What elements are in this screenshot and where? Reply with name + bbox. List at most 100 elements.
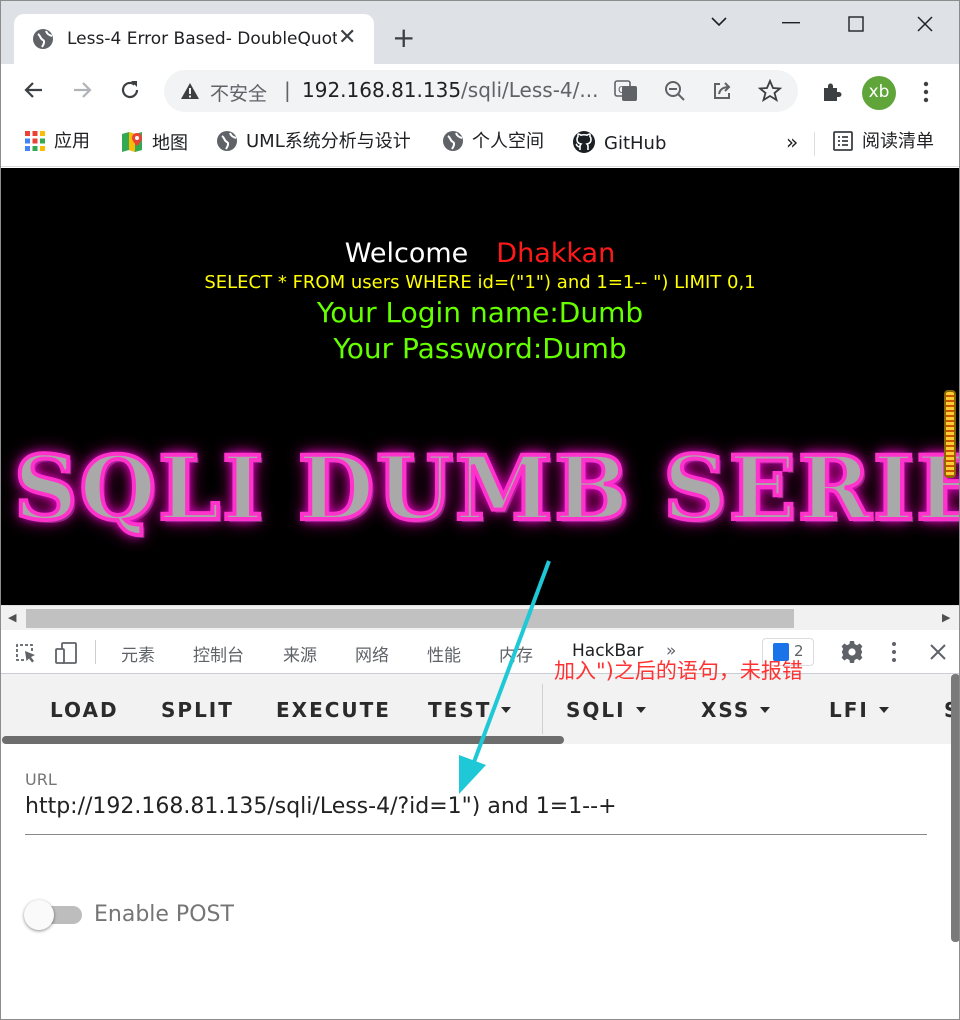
tab-network[interactable]: 网络 <box>355 641 389 666</box>
lfi-dropdown[interactable]: LFI <box>829 698 889 722</box>
devtools-divider <box>95 640 96 664</box>
page-viewport: Welcome Dhakkan SELECT * FROM users WHERE… <box>0 168 960 605</box>
bookmarks-bar: 应用 地图 UML系统分析与设计 个人空间 GitHub » 阅读清单 <box>0 120 960 167</box>
bookmark-label: GitHub <box>604 133 667 154</box>
xss-dropdown[interactable]: XSS <box>701 698 771 722</box>
more-menu-button[interactable]: S <box>944 698 951 722</box>
caret-down-icon <box>635 707 646 713</box>
browser-tab[interactable]: Less-4 Error Based- DoubleQuotes ✕ <box>14 14 374 64</box>
reload-icon[interactable] <box>118 78 142 102</box>
user-name: Dhakkan <box>496 238 616 269</box>
github-icon <box>573 131 595 153</box>
scroll-right-icon[interactable]: ▶ <box>942 611 950 624</box>
maps-icon <box>122 132 142 152</box>
bookmark-github[interactable]: GitHub <box>572 130 666 156</box>
forward-icon[interactable] <box>70 78 94 102</box>
split-button[interactable]: SPLIT <box>161 698 234 722</box>
caret-down-icon <box>878 707 889 713</box>
url-underline <box>25 834 927 835</box>
tab-title: Less-4 Error Based- DoubleQuotes <box>67 29 337 49</box>
back-icon[interactable] <box>22 78 46 102</box>
sqli-label: SQLI <box>566 698 626 722</box>
window-close-icon[interactable] <box>916 15 934 33</box>
share-icon[interactable] <box>710 79 734 103</box>
bookmarks-divider <box>814 132 815 156</box>
hackbar-vertical-scrollbar[interactable] <box>951 674 960 1020</box>
bookmark-uml[interactable]: UML系统分析与设计 <box>216 130 411 156</box>
load-button[interactable]: LOAD <box>50 698 119 722</box>
hackbar-scrollbar-thumb[interactable] <box>951 674 960 942</box>
tab-sources[interactable]: 来源 <box>283 641 317 666</box>
devtools-close-icon[interactable] <box>929 643 947 661</box>
bookmark-star-icon[interactable] <box>758 79 782 103</box>
url-label: URL <box>25 770 57 789</box>
password-text: Your Password:Dumb <box>333 332 627 365</box>
sqli-banner: SQLI DUMB SERIES <box>12 434 960 542</box>
apps-grid-icon <box>25 131 45 151</box>
tab-memory[interactable]: 内存 <box>499 641 533 666</box>
scroll-left-icon[interactable]: ◀ <box>8 611 16 624</box>
test-dropdown[interactable]: TEST <box>428 698 512 722</box>
lfi-label: LFI <box>829 698 869 722</box>
tab-close-icon[interactable]: ✕ <box>338 26 356 50</box>
welcome-line: Welcome Dhakkan <box>0 238 960 269</box>
enable-post-label: Enable POST <box>94 902 234 927</box>
page-horizontal-scrollbar[interactable]: ◀ ▶ <box>0 605 960 630</box>
new-tab-button[interactable]: + <box>392 24 415 52</box>
reading-list-label: 阅读清单 <box>862 131 934 152</box>
warning-icon[interactable] <box>180 81 200 101</box>
welcome-text: Welcome <box>344 238 469 269</box>
xss-label: XSS <box>701 698 751 722</box>
globe-icon <box>33 29 53 49</box>
bookmark-personal-space[interactable]: 个人空间 <box>442 130 544 156</box>
tab-search-chevron-icon[interactable] <box>710 16 728 28</box>
profile-avatar[interactable]: xb <box>862 76 896 110</box>
browser-toolbar: 不安全 | 192.168.81.135/sqli/Less-4/... G x… <box>0 64 960 120</box>
bookmark-label: 地图 <box>152 133 188 154</box>
caret-down-icon <box>760 707 771 713</box>
globe-icon <box>217 131 237 151</box>
hackbar-body: URL http://192.168.81.135/sqli/Less-4/?i… <box>0 744 951 1020</box>
more-menu-icon[interactable] <box>916 80 936 104</box>
zoom-out-icon[interactable] <box>664 80 686 102</box>
reading-list-icon <box>833 131 853 151</box>
address-url[interactable]: 192.168.81.135/sqli/Less-4/... <box>302 78 598 102</box>
minimize-icon[interactable] <box>782 22 800 24</box>
menu-scrollbar-thumb[interactable] <box>2 736 564 744</box>
inspect-element-icon[interactable] <box>14 642 38 664</box>
tab-elements[interactable]: 元素 <box>121 641 155 666</box>
tab-performance[interactable]: 性能 <box>427 641 461 666</box>
sqli-dropdown[interactable]: SQLI <box>566 698 646 722</box>
bookmark-label: 应用 <box>54 131 90 152</box>
bookmark-label: 个人空间 <box>472 131 544 152</box>
execute-button[interactable]: EXECUTE <box>276 698 391 722</box>
sql-query: SELECT * FROM users WHERE id=("1") and 1… <box>204 272 756 293</box>
tab-console[interactable]: 控制台 <box>193 641 244 666</box>
svg-text:G: G <box>618 85 626 96</box>
bookmark-label: UML系统分析与设计 <box>246 131 411 152</box>
menu-divider <box>542 684 543 734</box>
hackbar-menu: LOAD SPLIT EXECUTE TEST SQLI XSS LFI S <box>0 674 951 744</box>
tab-strip: Less-4 Error Based- DoubleQuotes ✕ + <box>0 0 960 64</box>
reading-list-button[interactable]: 阅读清单 <box>832 130 934 156</box>
annotation-text: 加入")之后的语句，未报错 <box>554 659 803 683</box>
toggle-knob[interactable] <box>24 900 54 930</box>
page-scrollbar-thumb[interactable] <box>944 390 956 478</box>
url-input[interactable]: http://192.168.81.135/sqli/Less-4/?id=1"… <box>25 794 617 819</box>
device-toggle-icon[interactable] <box>54 641 78 665</box>
security-label[interactable]: 不安全 <box>210 79 267 106</box>
globe-icon <box>443 131 463 151</box>
address-bar[interactable]: 不安全 | 192.168.81.135/sqli/Less-4/... G <box>164 70 798 112</box>
address-separator: | <box>284 78 291 102</box>
maximize-icon[interactable] <box>848 16 864 32</box>
extensions-puzzle-icon[interactable] <box>820 80 844 104</box>
bookmarks-overflow-button[interactable]: » <box>786 130 798 156</box>
url-path: /sqli/Less-4/... <box>461 78 599 102</box>
horizontal-scrollbar-thumb[interactable] <box>26 609 794 628</box>
translate-icon[interactable]: G <box>614 80 638 102</box>
bookmark-maps[interactable]: 地图 <box>120 130 188 156</box>
bookmark-apps[interactable]: 应用 <box>24 130 90 156</box>
devtools-more-icon[interactable] <box>886 641 902 663</box>
settings-gear-icon[interactable] <box>840 640 864 664</box>
caret-down-icon <box>501 707 512 713</box>
